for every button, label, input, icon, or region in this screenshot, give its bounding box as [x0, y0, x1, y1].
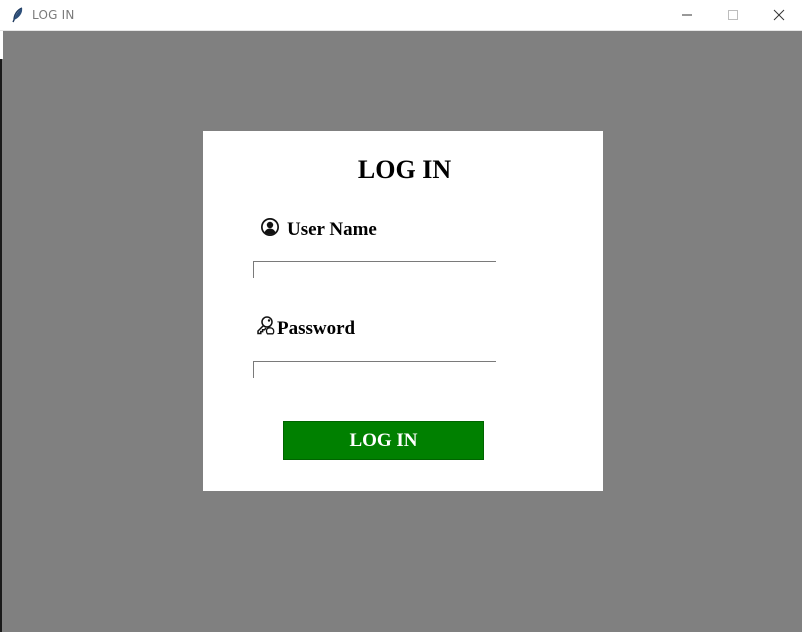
minimize-icon — [682, 14, 692, 16]
window-title: LOG IN — [32, 8, 75, 22]
password-input[interactable] — [253, 361, 496, 378]
form-heading: LOG IN — [357, 155, 452, 184]
minimize-button[interactable] — [664, 0, 710, 30]
title-bar[interactable]: LOG IN — [0, 0, 802, 31]
username-label: User Name — [287, 219, 377, 240]
login-button[interactable]: LOG IN — [283, 421, 484, 460]
user-icon — [260, 217, 287, 243]
maximize-button[interactable] — [710, 0, 756, 30]
maximize-icon — [728, 10, 738, 20]
username-input[interactable] — [253, 261, 496, 278]
username-label-row: User Name — [260, 217, 377, 243]
feather-icon — [11, 7, 25, 23]
close-icon — [773, 9, 785, 21]
login-window: LOG IN LOG IN User Name Password LOG IN — [0, 0, 802, 632]
login-button-label: LOG IN — [349, 429, 418, 451]
close-button[interactable] — [756, 0, 802, 30]
window-edge-highlight — [0, 31, 3, 59]
window-edge — [0, 31, 2, 632]
key-icon — [255, 315, 277, 342]
password-label-row: Password — [255, 315, 355, 342]
login-card: LOG IN User Name Password LOG IN — [203, 131, 603, 491]
password-label: Password — [277, 317, 356, 339]
